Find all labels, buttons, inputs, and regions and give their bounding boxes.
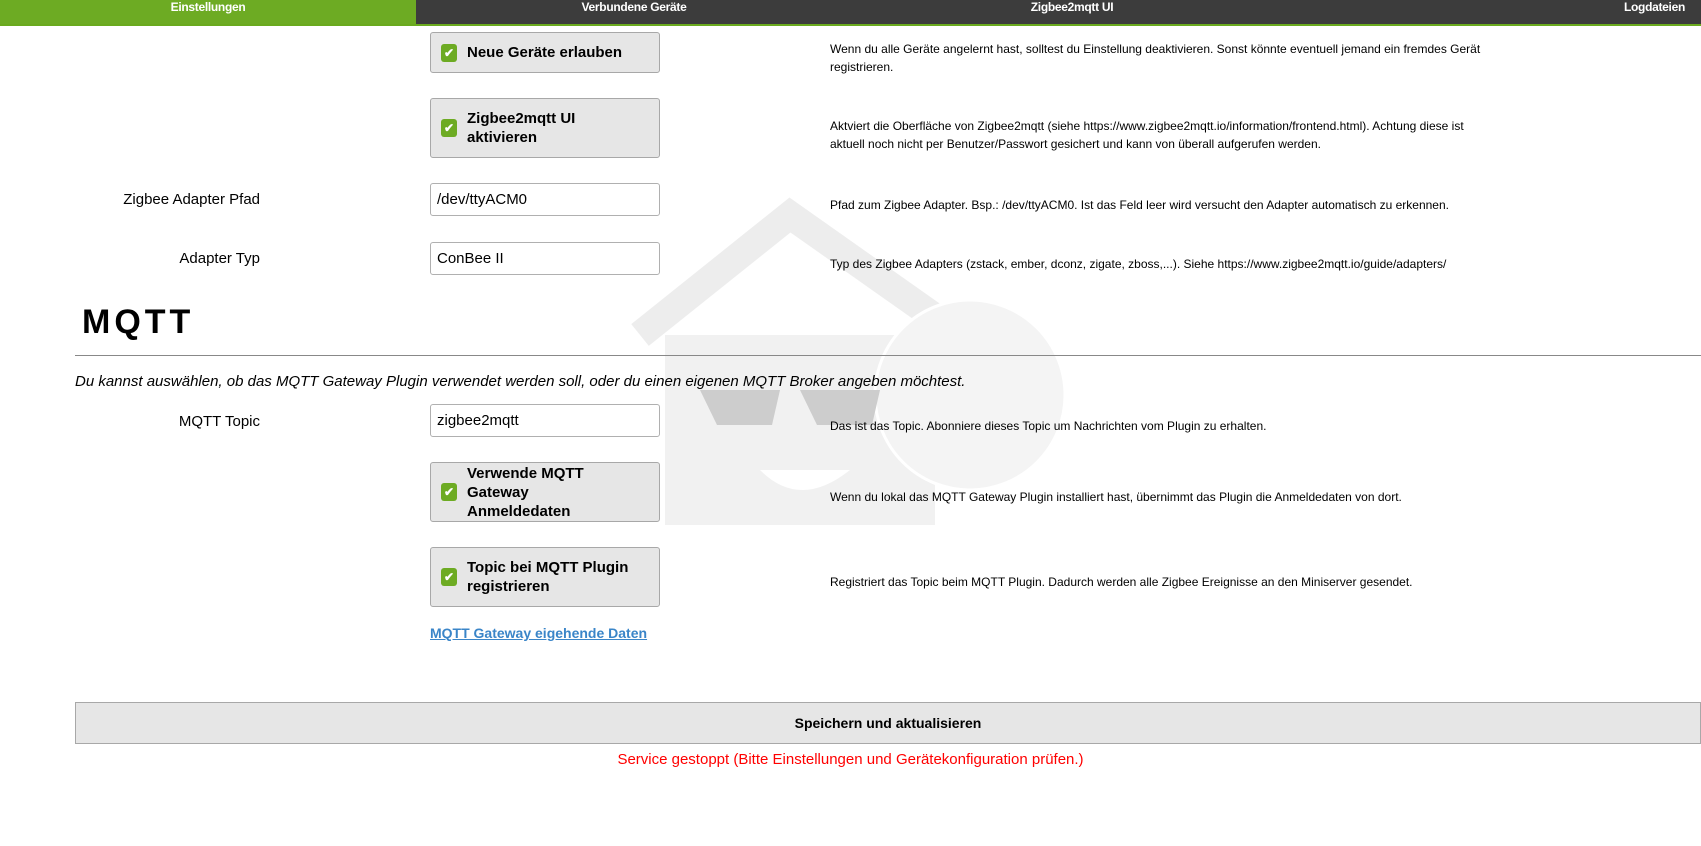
checkbox-checked-icon: ✔ xyxy=(441,43,457,62)
register-topic-description: Registriert das Topic beim MQTT Plugin. … xyxy=(830,575,1413,589)
tab-verbundene-geraete[interactable]: Verbundene Geräte xyxy=(416,0,852,24)
ui-enable-checkbox[interactable]: ✔ Zigbee2mqtt UI aktivieren xyxy=(430,98,660,158)
ui-enable-label: Zigbee2mqtt UI aktivieren xyxy=(467,110,576,146)
gateway-credentials-label: Verwende MQTT Gateway Anmeldedaten xyxy=(467,464,584,520)
mqtt-topic-description: Das ist das Topic. Abonniere dieses Topi… xyxy=(830,419,1267,433)
gateway-credentials-checkbox[interactable]: ✔ Verwende MQTT Gateway Anmeldedaten xyxy=(430,462,660,522)
mqtt-heading: MQTT xyxy=(82,303,195,341)
gateway-credentials-description: Wenn du lokal das MQTT Gateway Plugin in… xyxy=(830,490,1402,504)
tab-bar: Einstellungen Verbundene Geräte Zigbee2m… xyxy=(0,0,1701,26)
new-devices-checkbox[interactable]: ✔ Neue Geräte erlauben xyxy=(430,32,660,73)
adapter-type-description: Typ des Zigbee Adapters (zstack, ember, … xyxy=(830,257,1447,271)
status-message: Service gestoppt (Bitte Einstellungen un… xyxy=(617,751,1084,768)
mqtt-incoming-data-link[interactable]: MQTT Gateway eigehende Daten xyxy=(430,625,647,641)
tab-logdateien[interactable]: Logdateien xyxy=(1292,0,1701,24)
register-topic-label: Topic bei MQTT Plugin registrieren xyxy=(467,559,629,595)
mqtt-intro: Du kannst auswählen, ob das MQTT Gateway… xyxy=(75,373,966,390)
checkbox-checked-icon: ✔ xyxy=(441,119,457,137)
checkbox-checked-icon: ✔ xyxy=(441,568,457,586)
save-button[interactable]: Speichern und aktualisieren xyxy=(75,702,1701,744)
divider xyxy=(75,355,1701,356)
tab-zigbee2mqtt-ui[interactable]: Zigbee2mqtt UI xyxy=(852,0,1292,24)
adapter-type-input[interactable] xyxy=(430,242,660,275)
new-devices-label: Neue Geräte erlauben xyxy=(467,44,623,61)
adapter-path-input[interactable] xyxy=(430,183,660,216)
checkbox-checked-icon: ✔ xyxy=(441,483,457,501)
adapter-path-label: Zigbee Adapter Pfad xyxy=(123,191,260,208)
adapter-path-description: Pfad zum Zigbee Adapter. Bsp.: /dev/ttyA… xyxy=(830,198,1449,212)
mqtt-topic-input[interactable] xyxy=(430,404,660,437)
tab-einstellungen[interactable]: Einstellungen xyxy=(0,0,416,24)
new-devices-description: Wenn du alle Geräte angelernt hast, soll… xyxy=(830,42,1481,74)
mqtt-topic-label: MQTT Topic xyxy=(178,413,260,430)
adapter-type-label: Adapter Typ xyxy=(179,250,260,267)
register-topic-checkbox[interactable]: ✔ Topic bei MQTT Plugin registrieren xyxy=(430,547,660,607)
ui-enable-description: Aktviert die Oberfläche von Zigbee2mqtt … xyxy=(830,119,1464,151)
